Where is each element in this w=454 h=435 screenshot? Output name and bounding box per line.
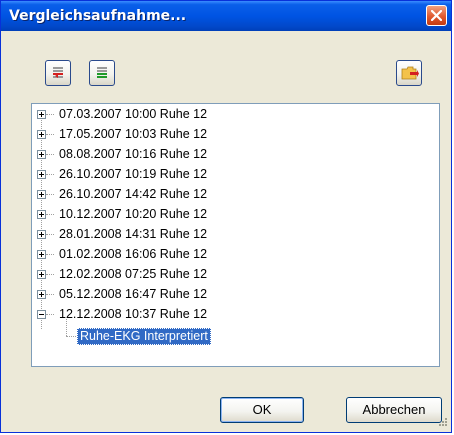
tree-item-label: 08.08.2007 10:16 Ruhe 12 bbox=[59, 147, 208, 161]
tree-item-label: 12.02.2008 07:25 Ruhe 12 bbox=[59, 267, 208, 281]
tree-item-label: 17.05.2007 10:03 Ruhe 12 bbox=[59, 127, 208, 141]
title-bar[interactable]: Vergleichsaufnahme... bbox=[1, 1, 451, 31]
tree-connector bbox=[66, 336, 76, 337]
tree-connector bbox=[46, 214, 54, 215]
cancel-button[interactable]: Abbrechen bbox=[346, 397, 442, 423]
tree-item[interactable]: 28.01.2008 14:31 Ruhe 12 bbox=[32, 225, 332, 243]
tree-item[interactable]: 07.03.2007 10:00 Ruhe 12 bbox=[32, 105, 332, 123]
folder-export-icon bbox=[401, 66, 419, 80]
tree-item[interactable]: 12.02.2008 07:25 Ruhe 12 bbox=[32, 265, 332, 283]
expand-icon[interactable] bbox=[37, 270, 46, 279]
tree-connector bbox=[46, 134, 54, 135]
tree-item-label: 26.10.2007 10:19 Ruhe 12 bbox=[59, 167, 208, 181]
expand-icon[interactable] bbox=[37, 210, 46, 219]
tree-item-expanded[interactable]: 12.12.2008 10:37 Ruhe 12 bbox=[32, 305, 332, 323]
tree-connector bbox=[46, 314, 54, 315]
toolbar-button-export[interactable] bbox=[396, 60, 422, 86]
tree-item[interactable]: 26.10.2007 14:42 Ruhe 12 bbox=[32, 185, 332, 203]
tree-item[interactable]: 08.08.2007 10:16 Ruhe 12 bbox=[32, 145, 332, 163]
window-title: Vergleichsaufnahme... bbox=[9, 8, 187, 24]
tree-connector bbox=[46, 234, 54, 235]
tree-item-label: 05.12.2008 16:47 Ruhe 12 bbox=[59, 287, 208, 301]
close-button[interactable] bbox=[426, 5, 447, 26]
tree-connector bbox=[46, 254, 54, 255]
tree-connector bbox=[66, 319, 67, 336]
tree-item-label: 28.01.2008 14:31 Ruhe 12 bbox=[59, 227, 208, 241]
tree-item-label: 07.03.2007 10:00 Ruhe 12 bbox=[59, 107, 208, 121]
tree-connector bbox=[46, 114, 54, 115]
recordings-tree[interactable]: 07.03.2007 10:00 Ruhe 12 17.05.2007 10:0… bbox=[31, 103, 440, 367]
tree-item[interactable]: 10.12.2007 10:20 Ruhe 12 bbox=[32, 205, 332, 223]
tree-item[interactable]: 26.10.2007 10:19 Ruhe 12 bbox=[32, 165, 332, 183]
toolbar-button-green-list[interactable] bbox=[89, 60, 115, 86]
expand-icon[interactable] bbox=[37, 150, 46, 159]
ok-button[interactable]: OK bbox=[220, 397, 304, 423]
tree-connector bbox=[46, 174, 54, 175]
expand-icon[interactable] bbox=[37, 190, 46, 199]
toolbar-button-red-list[interactable] bbox=[45, 60, 71, 86]
expand-icon[interactable] bbox=[37, 170, 46, 179]
expand-icon[interactable] bbox=[37, 290, 46, 299]
expand-icon[interactable] bbox=[37, 250, 46, 259]
tree-item[interactable]: 05.12.2008 16:47 Ruhe 12 bbox=[32, 285, 332, 303]
expand-icon[interactable] bbox=[37, 230, 46, 239]
tree-connector bbox=[46, 154, 54, 155]
tree-item-label: 01.02.2008 16:06 Ruhe 12 bbox=[59, 247, 208, 261]
tree-connector bbox=[46, 274, 54, 275]
list-green-icon bbox=[97, 67, 107, 78]
expand-icon[interactable] bbox=[37, 110, 46, 119]
tree-connector bbox=[46, 294, 54, 295]
tree-child-item-selected[interactable]: Ruhe-EKG Interpretiert bbox=[77, 328, 211, 345]
tree-item-label: 26.10.2007 14:42 Ruhe 12 bbox=[59, 187, 208, 201]
expand-icon[interactable] bbox=[37, 130, 46, 139]
resize-grip-icon[interactable] bbox=[436, 417, 448, 429]
tree-connector bbox=[46, 194, 54, 195]
list-red-icon bbox=[53, 67, 63, 78]
collapse-icon[interactable] bbox=[37, 310, 46, 319]
dialog-window: Vergleichsaufnahme... 07.03.2007 10:00 R… bbox=[0, 0, 452, 433]
tree-item[interactable]: 01.02.2008 16:06 Ruhe 12 bbox=[32, 245, 332, 263]
close-icon bbox=[431, 10, 442, 21]
tree-item[interactable]: 17.05.2007 10:03 Ruhe 12 bbox=[32, 125, 332, 143]
tree-item-label: 10.12.2007 10:20 Ruhe 12 bbox=[59, 207, 208, 221]
tree-item-label: 12.12.2008 10:37 Ruhe 12 bbox=[59, 307, 208, 321]
